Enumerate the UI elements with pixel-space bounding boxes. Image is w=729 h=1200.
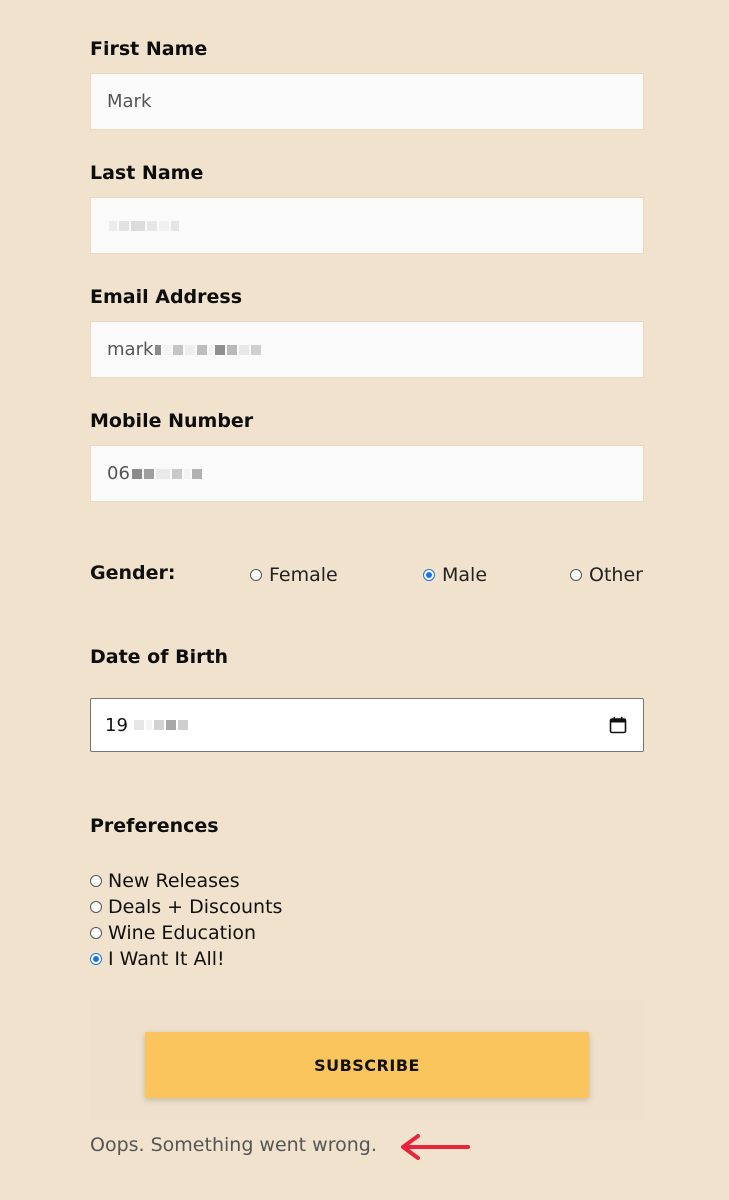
gender-option-other[interactable]: Other <box>570 564 643 586</box>
gender-option-label: Female <box>269 564 338 586</box>
pref-option-label: I Want It All! <box>108 948 225 970</box>
pref-option-new-releases[interactable]: New Releases <box>90 868 390 894</box>
error-message: Oops. Something went wrong. <box>90 1134 377 1156</box>
radio-all[interactable] <box>90 953 102 965</box>
dob-value: 19 <box>105 714 128 736</box>
dob-input[interactable]: 19 <box>90 698 644 752</box>
radio-male[interactable] <box>423 569 435 581</box>
pref-option-deals[interactable]: Deals + Discounts <box>90 894 390 920</box>
pref-option-label: Wine Education <box>108 922 257 944</box>
gender-option-male[interactable]: Male <box>423 564 487 586</box>
gender-group: Gender: Female Male Other <box>90 560 644 588</box>
email-label: Email Address <box>90 286 243 308</box>
gender-option-label: Male <box>442 564 488 586</box>
email-input[interactable]: mark <box>90 321 644 378</box>
pref-option-label: New Releases <box>108 870 240 892</box>
radio-deals[interactable] <box>90 901 102 913</box>
redacted-text <box>155 344 262 355</box>
redacted-text <box>131 468 202 479</box>
first-name-input[interactable]: Mark <box>90 73 644 130</box>
gender-option-female[interactable]: Female <box>250 564 338 586</box>
radio-female[interactable] <box>250 569 262 581</box>
mobile-label: Mobile Number <box>90 410 254 432</box>
calendar-icon[interactable] <box>609 716 627 734</box>
preferences-group: New Releases Deals + Discounts Wine Educ… <box>90 868 390 972</box>
first-name-value: Mark <box>107 91 152 112</box>
mobile-input[interactable]: 06 <box>90 445 644 502</box>
mobile-value: 06 <box>107 463 130 484</box>
pref-option-wine-education[interactable]: Wine Education <box>90 920 390 946</box>
redacted-text <box>109 220 179 231</box>
email-value: mark <box>107 339 154 360</box>
redacted-text <box>133 720 188 730</box>
radio-new-releases[interactable] <box>90 875 102 887</box>
pref-option-label: Deals + Discounts <box>108 896 283 918</box>
gender-label: Gender: <box>90 562 176 584</box>
radio-wine-education[interactable] <box>90 927 102 939</box>
subscribe-container: SUBSCRIBE <box>90 1000 644 1120</box>
gender-option-label: Other <box>589 564 643 586</box>
dob-label: Date of Birth <box>90 646 229 668</box>
subscribe-button[interactable]: SUBSCRIBE <box>145 1032 589 1098</box>
pref-option-all[interactable]: I Want It All! <box>90 946 390 972</box>
last-name-label: Last Name <box>90 162 204 184</box>
arrow-left-icon <box>401 1134 470 1160</box>
radio-other[interactable] <box>570 569 582 581</box>
preferences-label: Preferences <box>90 815 219 837</box>
first-name-label: First Name <box>90 38 208 60</box>
last-name-input[interactable] <box>90 197 644 254</box>
